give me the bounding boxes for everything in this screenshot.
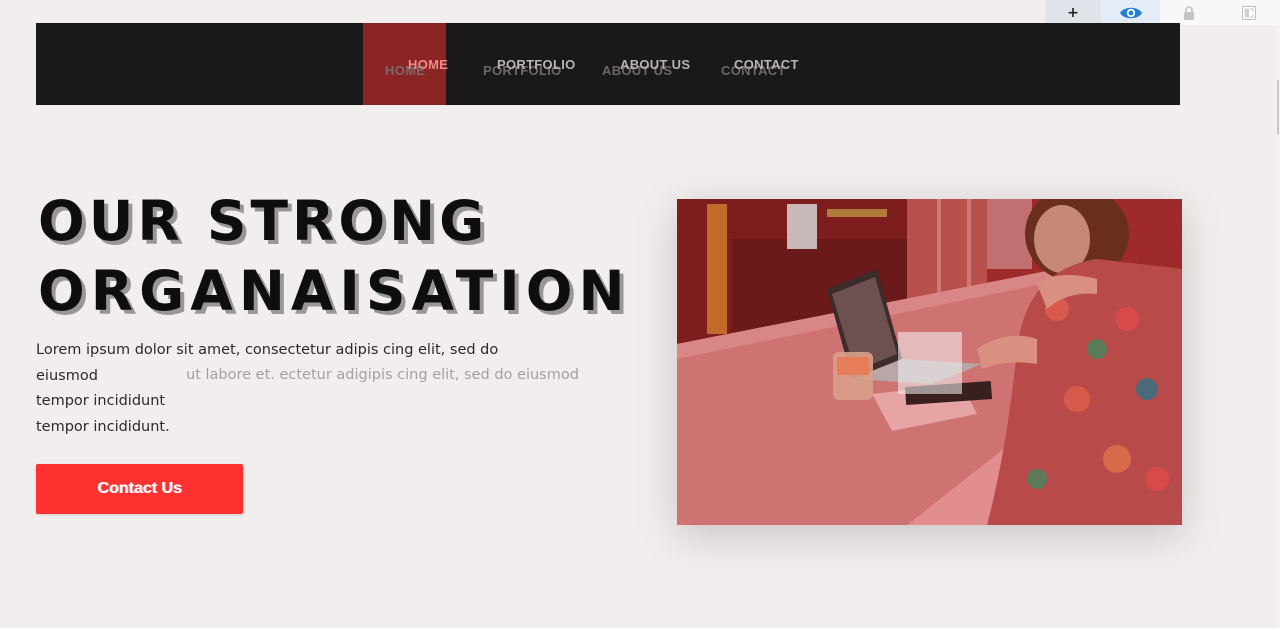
nav-item-contact[interactable]: CONTACT CONTACT — [721, 57, 799, 78]
nav-item-about-us-label: ABOUT US — [620, 57, 691, 72]
visibility-button[interactable] — [1101, 0, 1160, 25]
hero-paragraph: Lorem ipsum dolor sit amet, consectetur … — [36, 338, 579, 440]
hero-paragraph-line3: tempor incididunt. — [36, 418, 170, 435]
lock-button[interactable] — [1160, 0, 1218, 25]
scrollbar-thumb[interactable] — [1277, 80, 1279, 135]
hero-title-line2: ORGANAISATION — [38, 259, 631, 323]
hero-title-line1: OUR STRONG — [38, 189, 489, 253]
contrast-button[interactable] — [1218, 0, 1280, 25]
main-navbar: HOME HOME PORTFOLIO PORTFOLIO ABOUT US A… — [36, 23, 1180, 105]
contrast-icon — [1242, 5, 1256, 20]
nav-item-home-label: HOME — [408, 57, 449, 72]
hero-title: OUR STRONG ORGANAISATION — [38, 186, 638, 326]
eye-icon — [1119, 7, 1142, 18]
plus-icon: + — [1067, 4, 1079, 21]
hero-paragraph-line2: tempor incididunt — [36, 393, 166, 409]
top-toolbar: + — [1045, 0, 1280, 25]
scrollbar[interactable] — [1276, 25, 1280, 630]
lock-icon — [1184, 5, 1194, 20]
nav-item-about-us[interactable]: ABOUT US ABOUT US — [602, 57, 691, 78]
nav-item-portfolio[interactable]: PORTFOLIO PORTFOLIO — [483, 57, 576, 78]
image-overlay-box — [898, 332, 962, 394]
hero-paragraph-echo: ut labore et. ectetur adigipis cing elit… — [186, 367, 579, 383]
contact-us-button-label: Contact Us — [97, 480, 182, 497]
hero-image — [677, 199, 1182, 525]
add-button[interactable]: + — [1045, 0, 1101, 25]
nav-item-home[interactable]: HOME HOME — [385, 57, 449, 78]
nav-item-contact-label: CONTACT — [734, 57, 799, 72]
nav-item-portfolio-label: PORTFOLIO — [497, 57, 576, 72]
contact-us-button[interactable]: Contact Us — [36, 464, 243, 514]
